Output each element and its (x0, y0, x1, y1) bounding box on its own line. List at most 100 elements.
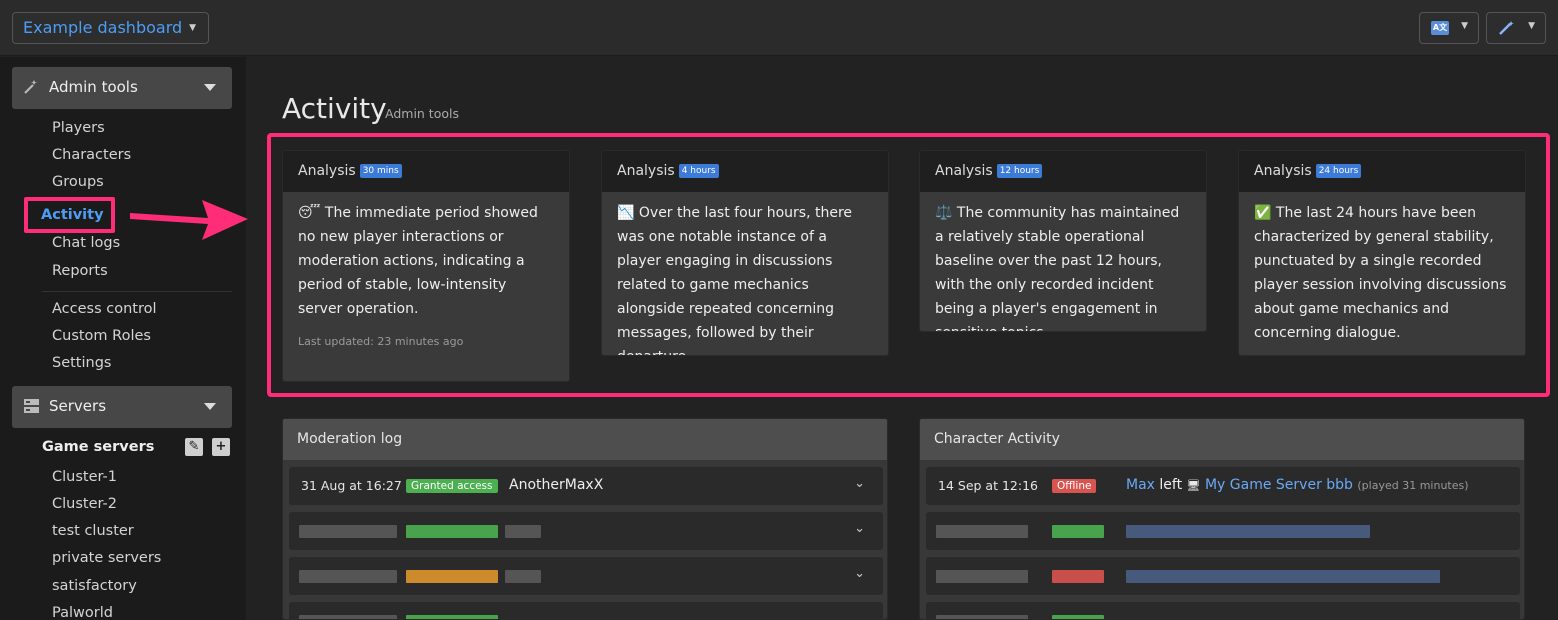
sidebar-item-palworld[interactable]: Palworld (52, 605, 113, 620)
analysis-label: Analysis (298, 163, 356, 179)
sleeping-face-icon: 😴 (298, 205, 321, 221)
caret-down-icon (204, 84, 216, 91)
balance-scale-icon: ⚖️ (935, 205, 953, 221)
sidebar-divider (42, 291, 232, 292)
analysis-card: Analysis 30 mins 😴 The immediate period s… (282, 150, 570, 382)
player-link[interactable]: Max (1126, 477, 1155, 493)
character-activity-row[interactable]: 14 Sep at 12:16 Offline Max left 🖥 My Ga… (926, 467, 1520, 505)
activity-description: Max left 🖥 My Game Server bbb (played 31… (1126, 477, 1469, 493)
status-badge: Granted access (406, 479, 498, 493)
sidebar-item-cluster-1[interactable]: Cluster-1 (52, 469, 117, 485)
admin-tools-section-toggle[interactable]: Admin tools (12, 67, 232, 109)
page-subtitle: Admin tools (385, 106, 459, 121)
check-mark-icon: ✅ (1254, 205, 1272, 221)
chevron-down-icon[interactable]: ⌄ (854, 611, 865, 619)
dashboard-select[interactable]: Example dashboard ▼ (12, 12, 209, 44)
time-badge: 24 hours (1315, 164, 1362, 178)
sidebar-item-custom-roles[interactable]: Custom Roles (52, 328, 151, 344)
annotation-arrow (130, 200, 248, 240)
sidebar-item-activity[interactable]: Activity (24, 197, 115, 233)
status-badge: Offline (1052, 479, 1097, 493)
tools-menu-button[interactable]: ▼ (1486, 12, 1546, 44)
moderation-log-row[interactable]: ⌄ (289, 557, 883, 595)
moderation-log-title: Moderation log (283, 419, 887, 460)
redacted-tag (406, 615, 498, 619)
caret-down-icon (204, 403, 216, 410)
chevron-down-icon[interactable]: ⌄ (854, 566, 865, 581)
redacted-date (299, 570, 397, 583)
redacted-tag (1052, 525, 1104, 538)
sidebar-item-players[interactable]: Players (52, 120, 105, 136)
analysis-card: Analysis 24 hours ✅ The last 24 hours hav… (1238, 150, 1526, 356)
redacted-tag (1052, 615, 1104, 619)
edit-icon[interactable]: ✎ (185, 438, 203, 456)
redacted-description (1126, 525, 1370, 538)
admin-tools-label: Admin tools (49, 78, 138, 96)
server-icon: 🖥 (1186, 479, 1201, 492)
sidebar-item-groups[interactable]: Groups (52, 174, 104, 190)
chevron-down-icon: ▼ (189, 23, 196, 33)
redacted-description (1126, 570, 1440, 583)
player-name: AnotherMaxX (509, 477, 604, 493)
moderation-log-row[interactable]: ⌄ (289, 602, 883, 619)
analysis-text: ⚖️ The community has maintained a relati… (920, 192, 1206, 331)
analysis-card-header: Analysis 4 hours (602, 151, 888, 192)
activity-date: 14 Sep at 12:16 (938, 478, 1038, 493)
analysis-card-header: Analysis 24 hours (1239, 151, 1525, 192)
analysis-label: Analysis (1254, 163, 1312, 179)
analysis-summary: The last 24 hours have been characterize… (1254, 205, 1507, 341)
sidebar-item-settings[interactable]: Settings (52, 355, 111, 371)
sidebar-item-satisfactory[interactable]: satisfactory (52, 578, 137, 594)
character-activity-title: Character Activity (920, 419, 1524, 460)
analysis-summary: The community has maintained a relativel… (935, 205, 1180, 331)
analysis-text: 📉 Over the last four hours, there was on… (602, 192, 888, 355)
character-activity-row[interactable] (926, 602, 1520, 619)
top-bar: Example dashboard ▼ A文 ▼ ▼ (0, 0, 1558, 56)
translate-icon: A文 (1431, 21, 1449, 35)
add-icon[interactable]: + (212, 438, 230, 456)
chevron-down-icon[interactable]: ⌄ (854, 521, 865, 536)
sidebar-item-chat-logs[interactable]: Chat logs (52, 235, 120, 251)
time-badge: 12 hours (996, 164, 1043, 178)
analysis-text: ✅ The last 24 hours have been characteri… (1239, 192, 1525, 345)
game-servers-heading: Game servers (42, 439, 155, 455)
log-date: 31 Aug at 16:27 (301, 478, 402, 493)
play-duration: (played 31 minutes) (1357, 479, 1469, 492)
analysis-text: 😴 The immediate period showed no new pla… (283, 192, 569, 321)
redacted-date (936, 570, 1028, 583)
sidebar-item-access-control[interactable]: Access control (52, 301, 157, 317)
chevron-down-icon[interactable]: ⌄ (854, 476, 865, 491)
magic-wand-icon (24, 80, 38, 98)
sidebar-item-characters[interactable]: Characters (52, 147, 131, 163)
server-link[interactable]: My Game Server bbb (1205, 477, 1353, 493)
redacted-tag (1052, 570, 1104, 583)
time-badge: 30 mins (359, 164, 402, 178)
character-activity-row[interactable] (926, 512, 1520, 550)
moderation-log-row[interactable]: ⌄ (289, 512, 883, 550)
analysis-summary: Over the last four hours, there was one … (617, 205, 853, 355)
analysis-card-header: Analysis 30 mins (283, 151, 569, 192)
analysis-card-header: Analysis 12 hours (920, 151, 1206, 192)
page-title: Activity (282, 92, 387, 125)
language-menu-button[interactable]: A文 ▼ (1419, 12, 1479, 44)
magic-wand-icon (1498, 21, 1516, 35)
character-activity-row[interactable] (926, 557, 1520, 595)
dashboard-select-label: Example dashboard (23, 18, 183, 37)
moderation-log-panel: Moderation log 31 Aug at 16:27 Granted a… (282, 418, 888, 620)
server-stack-icon (24, 399, 39, 417)
chart-decreasing-icon: 📉 (617, 205, 635, 221)
sidebar-item-cluster-2[interactable]: Cluster-2 (52, 496, 117, 512)
activity-action: left (1159, 477, 1183, 493)
analysis-label: Analysis (935, 163, 993, 179)
redacted-date (299, 525, 397, 538)
sidebar-item-test-cluster[interactable]: test cluster (52, 523, 134, 539)
sidebar-item-reports[interactable]: Reports (52, 263, 108, 279)
redacted-date (936, 615, 1028, 619)
sidebar: Admin tools Players Characters Groups Ac… (0, 57, 246, 620)
servers-section-toggle[interactable]: Servers (12, 386, 232, 428)
moderation-log-row[interactable]: 31 Aug at 16:27 Granted access AnotherMa… (289, 467, 883, 505)
sidebar-item-private-servers[interactable]: private servers (52, 550, 161, 566)
servers-label: Servers (49, 397, 107, 415)
redacted-date (299, 615, 397, 619)
time-badge: 4 hours (678, 164, 719, 178)
